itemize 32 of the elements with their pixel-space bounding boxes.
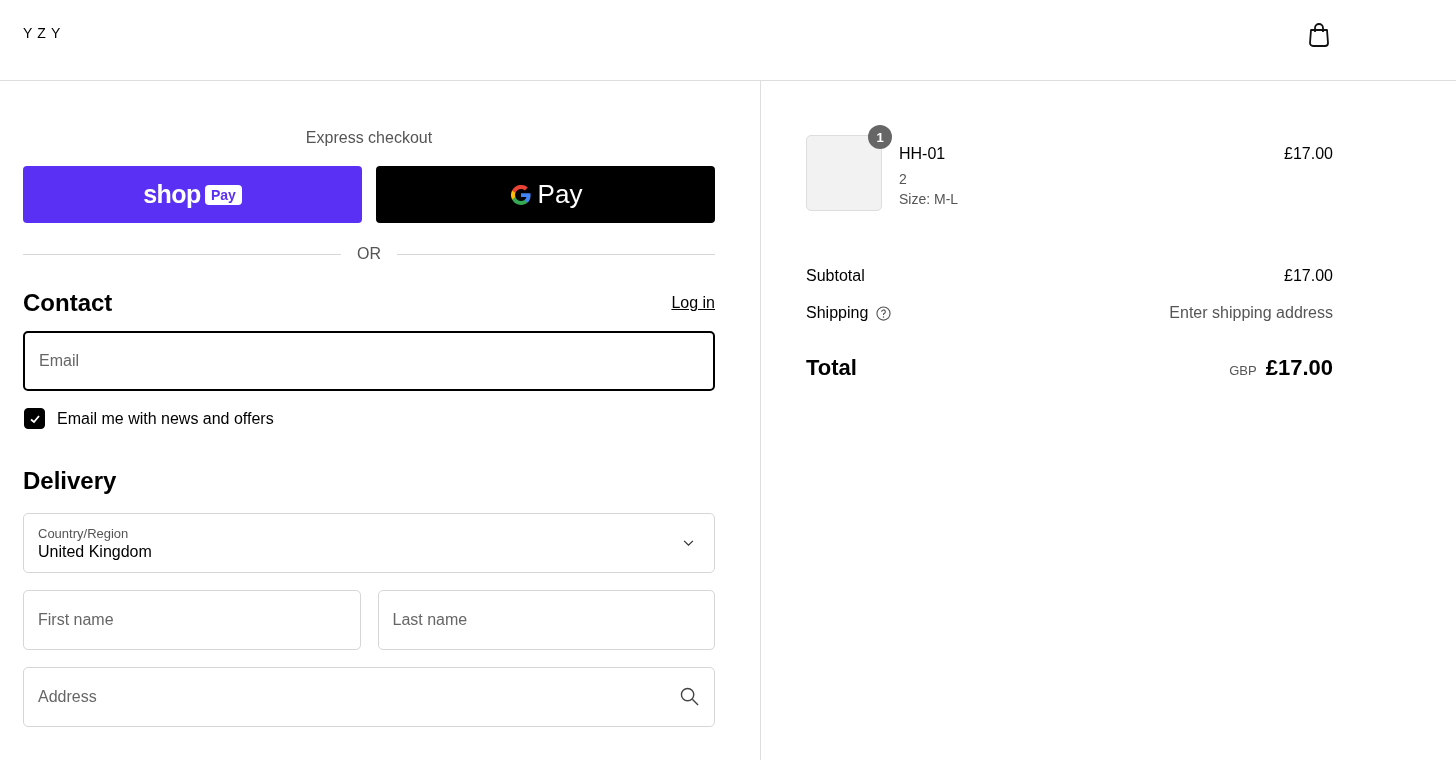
quantity-badge: 1 <box>868 125 892 149</box>
chevron-down-icon <box>683 539 694 547</box>
help-icon[interactable] <box>876 305 892 321</box>
last-name-field[interactable]: Last name <box>377 590 715 650</box>
express-checkout-title: Express checkout <box>304 129 434 147</box>
google-g-icon <box>508 182 533 207</box>
newsletter-label: Email me with news and offers <box>57 409 274 428</box>
total-value: £17.00 <box>1265 355 1333 381</box>
country-select[interactable]: Country/Region United Kingdom <box>23 513 715 573</box>
shop-pay-button[interactable]: shop Pay <box>23 166 362 223</box>
or-divider-text: OR <box>357 245 381 263</box>
product-variant: Size: M-L <box>899 190 960 209</box>
shopping-bag-icon[interactable] <box>1308 22 1330 48</box>
total-label: Total <box>806 355 857 381</box>
subtotal-label: Subtotal <box>806 267 865 285</box>
address-field[interactable]: Address <box>23 667 715 727</box>
product-name: HH-01 <box>899 145 947 163</box>
shipping-label: Shipping <box>806 304 869 322</box>
store-logo[interactable]: YZY <box>23 25 66 41</box>
subtotal-value: £17.00 <box>1284 267 1333 285</box>
product-quantity: 2 <box>899 170 908 189</box>
newsletter-checkbox[interactable] <box>24 408 45 429</box>
search-icon <box>680 687 699 706</box>
currency-code: GBP <box>1229 363 1257 378</box>
shipping-value: Enter shipping address <box>1169 304 1333 322</box>
delivery-heading: Delivery <box>23 467 118 495</box>
google-pay-button[interactable]: Pay <box>376 166 715 223</box>
email-field[interactable]: Email <box>23 331 715 391</box>
product-price: £17.00 <box>1284 144 1333 163</box>
contact-heading: Contact <box>23 289 113 317</box>
log-in-link[interactable]: Log in <box>671 294 715 312</box>
first-name-field[interactable]: First name <box>23 590 361 650</box>
